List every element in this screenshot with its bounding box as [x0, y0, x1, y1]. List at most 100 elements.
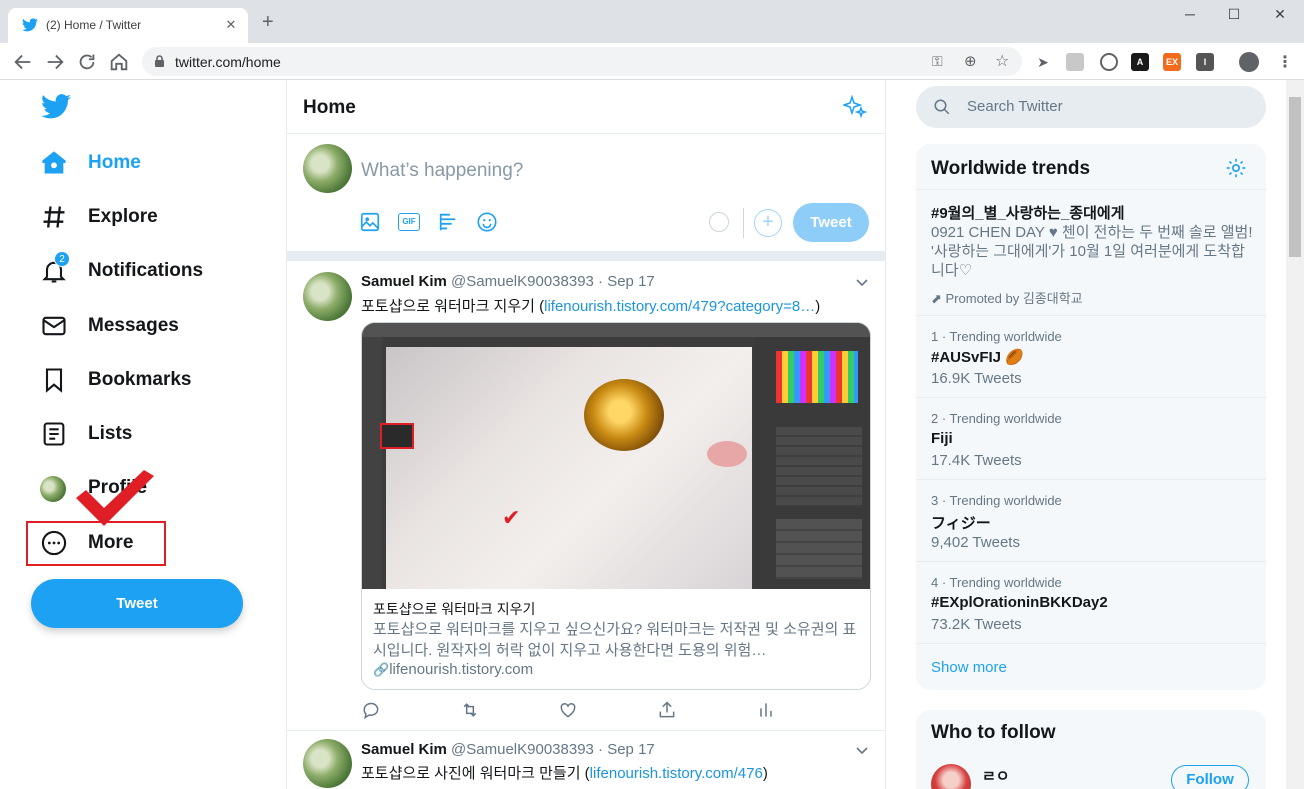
post-avatar[interactable]: [303, 739, 352, 788]
trends-panel: Worldwide trends #9월의_별_사랑하는_종대에게 0921 C…: [916, 144, 1266, 690]
reload-icon[interactable]: [76, 51, 98, 73]
page-title: Home: [303, 97, 356, 118]
chevron-down-icon[interactable]: [855, 743, 869, 757]
post-avatar[interactable]: [303, 272, 352, 321]
who-to-follow-panel: Who to follow ㄹㅇ Follow: [916, 710, 1266, 789]
trend-item-promoted[interactable]: #9월의_별_사랑하는_종대에게 0921 CHEN DAY ♥ 첸이 전하는 …: [916, 189, 1266, 315]
image-icon[interactable]: [359, 211, 381, 233]
follow-button[interactable]: Follow: [1171, 765, 1249, 789]
twitter-favicon-icon: [22, 18, 38, 32]
a-extension-icon[interactable]: A: [1131, 53, 1149, 71]
post-author[interactable]: Samuel Kim @SamuelK90038393 · Sep 17: [361, 741, 655, 758]
reply-icon[interactable]: [361, 700, 383, 722]
post-link[interactable]: lifenourish.tistory.com/476: [590, 765, 763, 782]
link-card[interactable]: ✔ 포토샵으로 워터마크 지우기 포토샵으로 워터마크를 지우고 싶으신가요? …: [361, 322, 871, 690]
trend-item[interactable]: 3 · Trending worldwide フィジー 9,402 Tweets: [916, 479, 1266, 561]
trend-item[interactable]: 4 · Trending worldwide #EXplOrationinBKK…: [916, 561, 1266, 643]
address-bar[interactable]: twitter.com/home ⚿ ⊕ ☆: [142, 47, 1022, 76]
card-image-photoshop: ✔: [362, 323, 870, 589]
new-tab-icon[interactable]: +: [262, 12, 274, 32]
bookmark-star-icon[interactable]: ☆: [995, 51, 1009, 71]
author-handle: @SamuelK90038393 · Sep 17: [451, 273, 655, 290]
back-icon[interactable]: [12, 51, 34, 73]
feed-separator: [287, 251, 885, 261]
show-more-link[interactable]: Show more: [931, 659, 1007, 676]
twitter-logo-icon[interactable]: [41, 94, 71, 119]
maximize-icon[interactable]: ☐: [1224, 6, 1244, 26]
chevron-down-icon[interactable]: [855, 275, 869, 289]
search-icon: [933, 98, 951, 116]
menu-kebab-icon[interactable]: ⋮: [1277, 52, 1293, 72]
compose-input[interactable]: What’s happening?: [361, 160, 523, 182]
poll-icon[interactable]: [437, 211, 459, 233]
post-text: 포토샵으로 워터마크 지우기 (lifenourish.tistory.com/…: [361, 295, 820, 316]
sparkle-icon[interactable]: [843, 95, 867, 119]
window-close-icon[interactable]: ✕: [1270, 6, 1290, 26]
retweet-icon[interactable]: [459, 700, 481, 722]
trend-item[interactable]: 2 · Trending worldwide Fiji 17.4K Tweets: [916, 397, 1266, 479]
tweet-post[interactable]: Samuel Kim @SamuelK90038393 · Sep 17 포토샵…: [287, 261, 885, 731]
browser-tab[interactable]: (2) Home / Twitter ✕: [8, 8, 248, 43]
key-icon[interactable]: ⚿: [932, 53, 943, 70]
bookmark-icon: [40, 366, 68, 394]
share-icon[interactable]: [657, 700, 679, 722]
card-description: 포토샵으로 워터마크를 지우고 싶으신가요? 워터마크는 저작권 및 소유권의 …: [373, 621, 857, 659]
analytics-icon[interactable]: [756, 700, 778, 722]
account-icon[interactable]: [1239, 52, 1259, 72]
search-input[interactable]: Search Twitter: [916, 86, 1266, 128]
tweet-post[interactable]: Samuel Kim @SamuelK90038393 · Sep 17 포토샵…: [287, 731, 885, 789]
nav-item-notifications[interactable]: 2 Notifications: [40, 251, 204, 286]
i-extension-icon[interactable]: I: [1196, 53, 1214, 71]
post-text: 포토샵으로 사진에 워터마크 만들기 (lifenourish.tistory.…: [361, 762, 768, 783]
post-author[interactable]: Samuel Kim @SamuelK90038393 · Sep 17: [361, 273, 655, 290]
show-more-row[interactable]: Show more: [916, 643, 1266, 690]
trend-name: Fiji: [931, 430, 953, 447]
lock-icon: [154, 55, 165, 68]
add-thread-icon[interactable]: +: [754, 209, 782, 237]
nav-item-messages[interactable]: Messages: [40, 311, 179, 341]
gif-icon[interactable]: GIF: [398, 213, 420, 231]
suggested-user-avatar[interactable]: [931, 764, 971, 789]
forward-icon[interactable]: [44, 51, 66, 73]
author-handle: @SamuelK90038393 · Sep 17: [451, 741, 655, 758]
promoted-icon: ⬈: [931, 291, 946, 306]
nav-item-lists[interactable]: Lists: [40, 419, 132, 449]
emoji-icon[interactable]: [476, 211, 498, 233]
add-icon[interactable]: ⊕: [964, 52, 977, 70]
on-extension-icon[interactable]: [1100, 53, 1118, 71]
trend-item[interactable]: 1 · Trending worldwide #AUSvFIJ 🏉 16.9K …: [916, 315, 1266, 397]
cursor-extension-icon[interactable]: ➤: [1034, 53, 1052, 71]
nav-label-messages: Messages: [88, 315, 179, 336]
nav-item-bookmarks[interactable]: Bookmarks: [40, 365, 192, 395]
left-navigation: Home Explore 2 Notifications Messages Bo…: [0, 80, 286, 789]
ex-extension-icon[interactable]: EX: [1163, 53, 1181, 71]
close-tab-icon[interactable]: ✕: [222, 16, 240, 34]
trend-count: 16.9K Tweets: [931, 370, 1022, 387]
folder-extension-icon[interactable]: [1066, 53, 1084, 71]
card-link: 🔗lifenourish.tistory.com: [373, 661, 533, 678]
nav-item-home[interactable]: Home: [40, 148, 141, 178]
like-icon[interactable]: [558, 700, 580, 722]
scrollbar[interactable]: [1286, 80, 1304, 789]
trend-name: #AUSvFIJ 🏉: [931, 349, 1024, 366]
settings-gear-icon[interactable]: [1225, 157, 1247, 179]
compose-tweet-button[interactable]: Tweet: [793, 203, 869, 242]
red-checkmark-icon: [74, 468, 156, 528]
tweet-button[interactable]: Tweet: [31, 579, 243, 628]
suggested-user-name[interactable]: ㄹㅇ: [982, 765, 1010, 786]
trend-name: フィジー: [931, 515, 991, 532]
nav-item-explore[interactable]: Explore: [40, 202, 158, 232]
bell-icon: 2: [40, 251, 70, 285]
trend-name: #EXplOrationinBKKDay2: [931, 594, 1108, 611]
nav-label-notifications: Notifications: [88, 260, 204, 281]
post-link[interactable]: lifenourish.tistory.com/479?category=8…: [544, 298, 815, 315]
home-browser-icon[interactable]: [108, 51, 130, 73]
char-counter-ring: [709, 212, 729, 232]
search-placeholder: Search Twitter: [967, 98, 1063, 115]
browser-toolbar: twitter.com/home ⚿ ⊕ ☆ ➤ on A EX I ⋮: [0, 43, 1304, 116]
scrollbar-thumb[interactable]: [1289, 97, 1301, 257]
trend-count: 73.2K Tweets: [931, 616, 1022, 633]
minimize-icon[interactable]: ─: [1180, 6, 1200, 26]
hashtag-icon: [40, 203, 68, 231]
nav-label-explore: Explore: [88, 206, 158, 227]
